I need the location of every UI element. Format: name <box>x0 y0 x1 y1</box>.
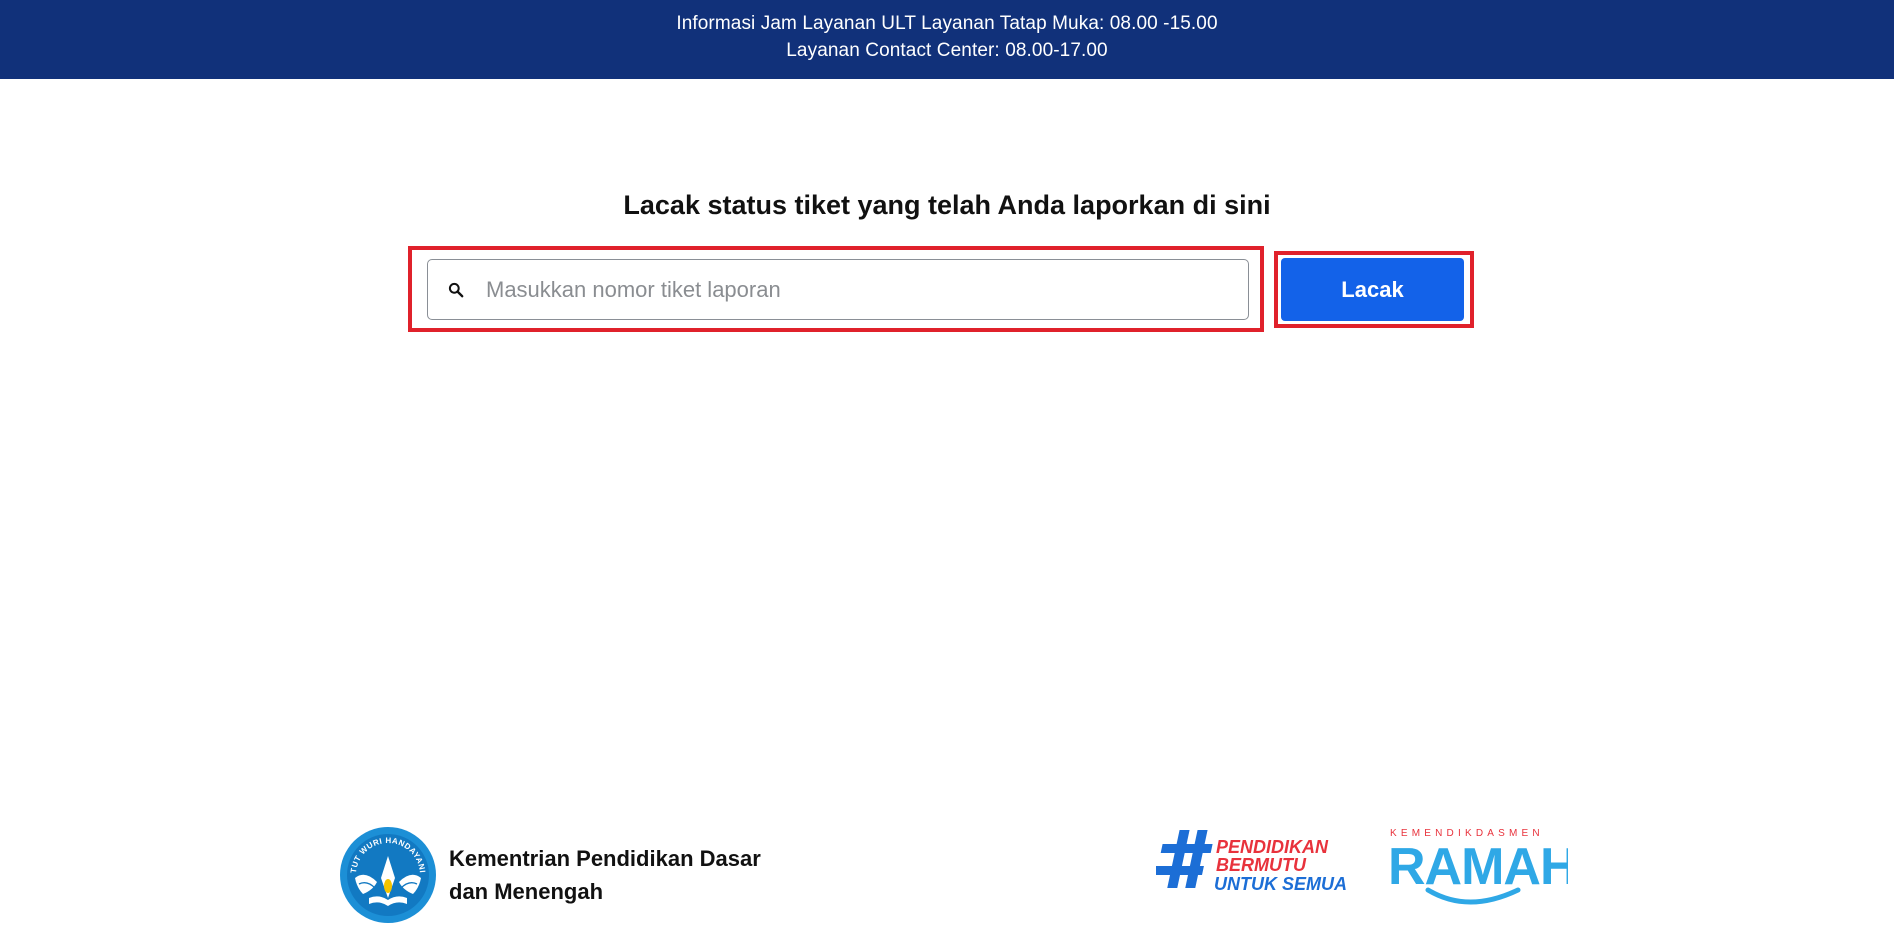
ministry-name-line2: dan Menengah <box>449 879 604 904</box>
track-button[interactable]: Lacak <box>1281 258 1464 321</box>
search-icon <box>446 280 466 300</box>
service-hours-text: Informasi Jam Layanan ULT Layanan Tatap … <box>676 13 1218 34</box>
ramah-logo: KEMENDIKDASMEN RAMAH <box>1388 828 1568 905</box>
pendidikan-bermutu-logo: PENDIDIKAN BERMUTU UNTUK SEMUA <box>1156 830 1347 892</box>
page-title: Lacak status tiket yang telah Anda lapor… <box>623 190 1271 220</box>
svg-text:RAMAH: RAMAH <box>1388 838 1568 896</box>
ministry-name: Kementrian Pendidikan Dasar dan Menengah <box>449 842 761 908</box>
ministry-brand: TUT WURI HANDAYANI Kementrian Pendidikan… <box>339 826 761 924</box>
page: Informasi Jam Layanan ULT Layanan Tatap … <box>0 0 1894 937</box>
contact-center-hours-text: Layanan Contact Center: 08.00-17.00 <box>786 40 1108 61</box>
ministry-logo: TUT WURI HANDAYANI <box>340 827 436 923</box>
svg-text:PENDIDIKAN: PENDIDIKAN <box>1216 837 1329 857</box>
svg-text:UNTUK SEMUA: UNTUK SEMUA <box>1214 874 1347 892</box>
info-banner: Informasi Jam Layanan ULT Layanan Tatap … <box>0 0 1894 79</box>
search-box[interactable] <box>427 259 1249 320</box>
ministry-name-line1: Kementrian Pendidikan Dasar <box>449 846 761 871</box>
ticket-number-input[interactable] <box>484 259 1248 320</box>
svg-text:BERMUTU: BERMUTU <box>1216 855 1307 875</box>
